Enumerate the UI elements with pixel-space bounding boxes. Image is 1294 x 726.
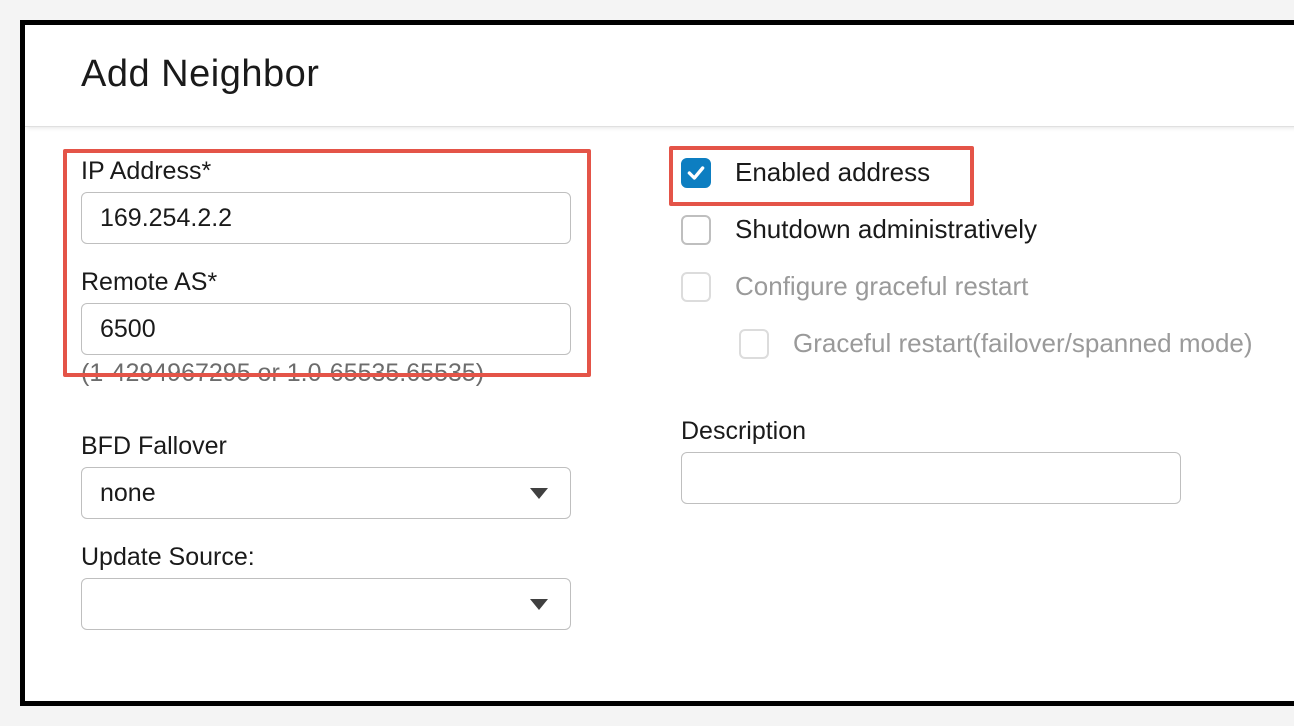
add-neighbor-dialog: Add Neighbor IP Address* Remote AS* (1-4… — [20, 20, 1294, 706]
description-input[interactable] — [681, 452, 1181, 504]
graceful-failover-checkbox — [739, 329, 769, 359]
remote-as-label: Remote AS* — [81, 268, 621, 297]
shutdown-checkbox[interactable] — [681, 215, 711, 245]
dialog-header: Add Neighbor — [25, 25, 1294, 127]
remote-as-hint: (1-4294967295 or 1.0-65535.65535) — [81, 359, 621, 388]
bfd-fallover-value: none — [100, 479, 156, 508]
description-label: Description — [681, 417, 1253, 446]
update-source-select[interactable] — [81, 578, 571, 630]
graceful-failover-row: Graceful restart(failover/spanned mode) — [681, 328, 1253, 359]
ip-address-input[interactable] — [81, 192, 571, 244]
chevron-down-icon — [530, 488, 548, 499]
enabled-address-label: Enabled address — [735, 157, 930, 188]
dialog-body: IP Address* Remote AS* (1-4294967295 or … — [25, 127, 1294, 654]
graceful-failover-label: Graceful restart(failover/spanned mode) — [793, 328, 1253, 359]
chevron-down-icon — [530, 599, 548, 610]
bfd-fallover-select[interactable]: none — [81, 467, 571, 519]
graceful-restart-checkbox — [681, 272, 711, 302]
remote-as-input[interactable] — [81, 303, 571, 355]
update-source-group: Update Source: — [81, 543, 621, 630]
shutdown-row: Shutdown administratively — [681, 214, 1253, 245]
update-source-label: Update Source: — [81, 543, 621, 572]
bfd-fallover-label: BFD Fallover — [81, 432, 621, 461]
shutdown-label: Shutdown administratively — [735, 214, 1037, 245]
ip-address-group: IP Address* — [81, 157, 621, 244]
left-column: IP Address* Remote AS* (1-4294967295 or … — [81, 149, 621, 654]
ip-address-label: IP Address* — [81, 157, 621, 186]
enabled-address-checkbox[interactable] — [681, 158, 711, 188]
description-group: Description — [681, 417, 1253, 504]
enabled-address-row: Enabled address — [681, 157, 1253, 188]
graceful-restart-row: Configure graceful restart — [681, 271, 1253, 302]
dialog-title: Add Neighbor — [81, 53, 1253, 96]
right-column: Enabled address Shutdown administrativel… — [621, 149, 1253, 654]
remote-as-group: Remote AS* — [81, 268, 621, 355]
check-icon — [686, 163, 706, 183]
bfd-fallover-group: BFD Fallover none — [81, 432, 621, 519]
graceful-restart-label: Configure graceful restart — [735, 271, 1028, 302]
